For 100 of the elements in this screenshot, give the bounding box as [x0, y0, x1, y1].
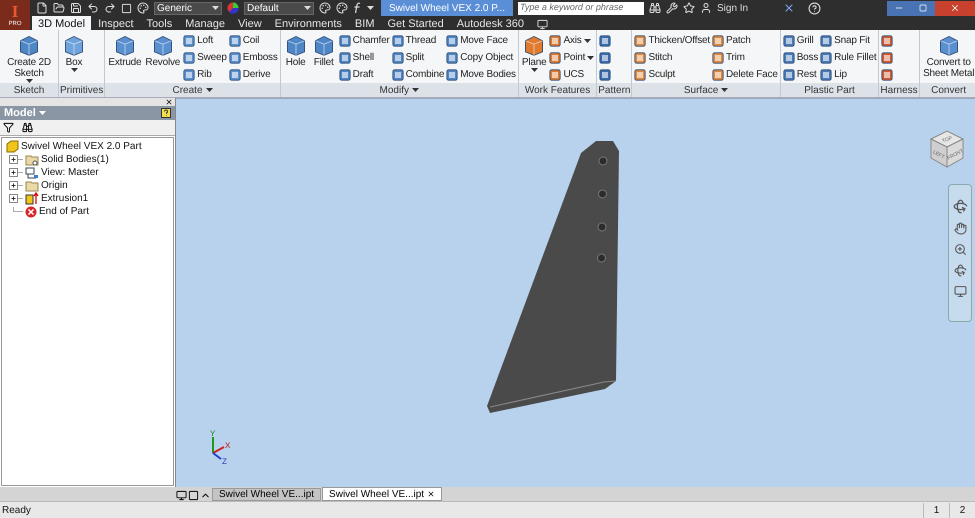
ribbon-tool-button[interactable]: Convert to Sheet Metal	[920, 30, 975, 79]
panel-title-bar[interactable]: Harness	[879, 83, 919, 97]
ribbon-tool-button[interactable]: Rib	[182, 66, 228, 83]
ribbon-tab[interactable]: Tools	[140, 16, 178, 30]
ribbon-tool-button[interactable]: Emboss	[228, 49, 279, 66]
ribbon-tool-button[interactable]: Plane	[520, 30, 548, 72]
expand-toggle-icon[interactable]	[9, 194, 23, 203]
display-icon[interactable]	[537, 19, 548, 30]
ribbon-tool-button[interactable]: Patch	[710, 32, 779, 49]
color-wheel-icon[interactable]	[227, 2, 239, 14]
ribbon-tool-button[interactable]: Loft	[182, 32, 228, 49]
palette-icon[interactable]	[137, 2, 149, 14]
panel-title-bar[interactable]: Sketch	[0, 83, 58, 97]
panel-title-bar[interactable]: Create	[105, 83, 280, 97]
ribbon-tool-button[interactable]: Stitch	[633, 49, 711, 66]
sign-in-link[interactable]: Sign In	[716, 0, 748, 16]
panel-title-bar[interactable]: Primitives	[59, 83, 104, 97]
exchange-x-icon[interactable]	[783, 2, 796, 14]
ribbon-tool-button[interactable]: Axis	[548, 32, 596, 49]
ribbon-tool-button[interactable]: Grill	[782, 32, 820, 49]
help-icon[interactable]	[161, 108, 171, 118]
tile-icon[interactable]	[188, 490, 199, 501]
appearance-dropdown[interactable]: Default	[244, 2, 314, 14]
palette-icon[interactable]	[319, 2, 331, 14]
ribbon-tool-button[interactable]: Boss	[782, 49, 820, 66]
close-button[interactable]	[935, 0, 975, 16]
ribbon-tool-button[interactable]: Split	[390, 49, 446, 66]
ribbon-tool-button[interactable]: Copy Object	[445, 49, 517, 66]
ribbon-tool-button[interactable]: Coil	[228, 32, 279, 49]
document-tab[interactable]: Swivel Wheel VE...ipt	[212, 488, 322, 501]
ribbon-tool-button[interactable]: Rest	[782, 66, 820, 83]
ribbon-tool-button[interactable]: Move Bodies	[445, 66, 517, 83]
view-icon[interactable]	[954, 285, 966, 298]
close-icon[interactable]	[427, 490, 436, 498]
ribbon-tab[interactable]: 3D Model	[32, 16, 92, 30]
tree-item[interactable]: Origin	[41, 178, 68, 193]
filter-icon[interactable]	[3, 122, 14, 133]
pan-icon[interactable]	[954, 222, 966, 235]
zoom-icon[interactable]	[954, 243, 966, 256]
ribbon-tool-button[interactable]: Rule Fillet	[819, 49, 878, 66]
restore-button[interactable]	[911, 0, 935, 16]
ribbon-tool-button[interactable]: Draft	[338, 66, 391, 83]
tree-item[interactable]: View: Master	[41, 165, 99, 180]
ribbon-tab[interactable]: BIM	[348, 16, 380, 30]
ribbon-tool-button[interactable]: Point	[548, 49, 596, 66]
ribbon-tool-button[interactable]: Box	[60, 30, 88, 72]
panel-title-bar[interactable]: Plastic Part	[780, 83, 878, 97]
ribbon-tab[interactable]: Autodesk 360	[450, 16, 530, 30]
document-tab[interactable]: Swivel Wheel VE...ipt	[322, 487, 442, 501]
ribbon-tool-button[interactable]: Sculpt	[633, 66, 711, 83]
tree-item[interactable]: Extrusion1	[41, 191, 88, 206]
ribbon-tool-button[interactable]: Combine	[390, 66, 446, 83]
redo-icon[interactable]	[104, 2, 116, 14]
expand-toggle-icon[interactable]	[9, 181, 23, 190]
ribbon-tool-button[interactable]: Create 2D Sketch	[1, 30, 57, 83]
tree-item[interactable]: End of Part	[39, 204, 90, 219]
ribbon-tab[interactable]: Manage	[179, 16, 231, 30]
ribbon-tool-button[interactable]: Derive	[228, 66, 279, 83]
ribbon-tool-button[interactable]: Hole	[282, 30, 310, 68]
ribbon-tool-button[interactable]: Trim	[710, 49, 779, 66]
orbit-icon[interactable]	[954, 264, 966, 277]
ribbon-tool-button[interactable]: Thicken/Offset	[633, 32, 711, 49]
palette-icon[interactable]	[336, 2, 348, 14]
wrench-icon[interactable]	[666, 2, 678, 14]
star-icon[interactable]	[682, 2, 695, 14]
ribbon-tool-button[interactable]: Lip	[819, 66, 878, 83]
ribbon-tool-button[interactable]: Shell	[338, 49, 391, 66]
function-icon[interactable]	[353, 2, 362, 14]
ribbon-tab[interactable]: Environments	[268, 16, 348, 30]
search-icon[interactable]	[22, 122, 33, 133]
ribbon-tool-button[interactable]: Extrude	[106, 30, 144, 68]
open-icon[interactable]	[53, 2, 65, 14]
binoculars-icon[interactable]	[648, 2, 661, 14]
new-file-icon[interactable]	[36, 2, 48, 14]
ribbon-tool-button[interactable]: Revolve	[143, 30, 182, 68]
ribbon-tab[interactable]: View	[232, 16, 268, 30]
ribbon-tab[interactable]: Get Started	[381, 16, 450, 30]
save-icon[interactable]	[70, 2, 82, 14]
undo-icon[interactable]	[87, 2, 99, 14]
panel-title-bar[interactable]: Modify	[280, 83, 518, 97]
search-field[interactable]: Type a keyword or phrase	[518, 2, 644, 14]
ribbon-tool-button[interactable]: Chamfer	[338, 32, 391, 49]
ribbon-tab[interactable]: Inspect	[92, 16, 140, 30]
ribbon-tool-button[interactable]: Fillet	[310, 30, 338, 68]
ribbon-tool-button[interactable]: Thread	[390, 32, 446, 49]
tree-item[interactable]: Swivel Wheel VEX 2.0 Part	[21, 139, 142, 154]
user-icon[interactable]	[700, 2, 712, 14]
ribbon-tool-button[interactable]: Delete Face	[710, 66, 779, 83]
ribbon-tool-button[interactable]: Sweep	[182, 49, 228, 66]
panel-title-bar[interactable]: Pattern	[597, 83, 632, 97]
close-icon[interactable]	[165, 98, 173, 106]
expand-toggle-icon[interactable]	[9, 168, 23, 177]
panel-title-bar[interactable]: Convert	[920, 83, 975, 97]
tree-item[interactable]: Solid Bodies(1)	[41, 152, 109, 167]
ribbon-tool-button[interactable]: Snap Fit	[819, 32, 878, 49]
expand-toggle-icon[interactable]	[9, 155, 23, 164]
ribbon-tool-button[interactable]: UCS	[548, 66, 596, 83]
panel-title-bar[interactable]: Work Features	[518, 83, 596, 97]
ribbon-tool-button[interactable]: Move Face	[445, 32, 517, 49]
material-dropdown[interactable]: Generic	[154, 2, 222, 14]
